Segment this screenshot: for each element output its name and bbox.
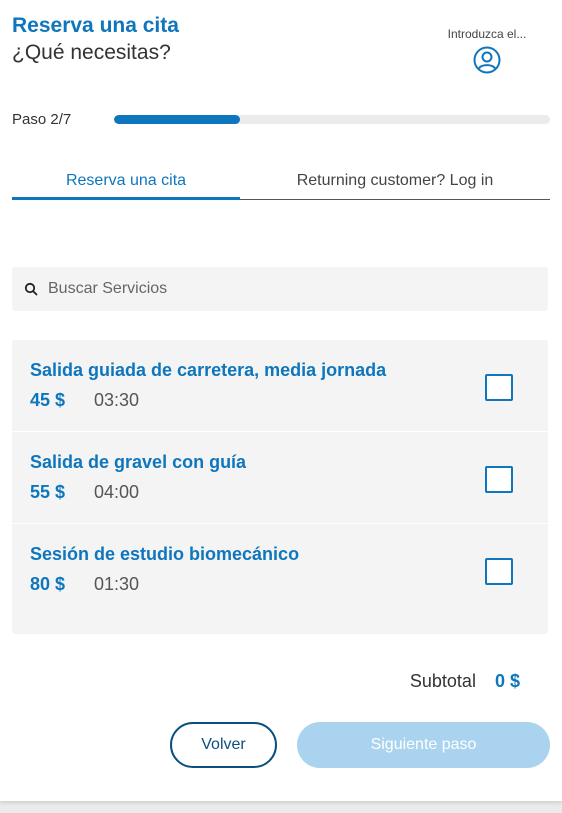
service-price: 55 $: [30, 482, 66, 502]
next-step-button[interactable]: Siguiente paso: [297, 722, 550, 768]
login-label[interactable]: Introduzca el...: [442, 26, 532, 42]
page-title: Reserva una cita: [12, 14, 179, 37]
service-item[interactable]: Salida guiada de carretera, media jornad…: [12, 340, 548, 432]
user-circle-icon[interactable]: [473, 46, 501, 74]
service-duration: 01:30: [94, 574, 140, 594]
login-area[interactable]: Introduzca el...: [442, 26, 532, 74]
service-list: Salida guiada de carretera, media jornad…: [12, 340, 548, 634]
service-checkbox[interactable]: [485, 374, 513, 401]
service-name: Salida guiada de carretera, media jornad…: [30, 360, 387, 380]
service-item[interactable]: Salida de gravel con guía 55 $ 04:00: [12, 432, 548, 524]
header: Reserva una cita ¿Qué necesitas?: [12, 13, 179, 67]
search-icon: [24, 282, 38, 296]
service-price: 80 $: [30, 574, 66, 594]
step-progress: Paso 2/7: [12, 109, 550, 131]
tab-returning-customer-login[interactable]: Returning customer? Log in: [240, 172, 550, 200]
progress-bar-fill: [114, 115, 241, 124]
service-name: Salida de gravel con guía: [30, 452, 247, 472]
service-duration: 03:30: [94, 390, 140, 410]
progress-bar: [114, 115, 550, 124]
service-name: Sesión de estudio biomecánico: [30, 544, 300, 564]
subtotal-label: Subtotal: [409, 671, 476, 691]
service-checkbox[interactable]: [485, 558, 513, 585]
tab-bar: Reserva una cita Returning customer? Log…: [12, 166, 550, 200]
subtotal-value: 0 $: [494, 671, 520, 691]
service-checkbox[interactable]: [485, 466, 513, 493]
search-input[interactable]: [48, 267, 538, 311]
booking-card: Reserva una cita ¿Qué necesitas? Introdu…: [0, 0, 562, 801]
step-label: Paso 2/7: [12, 111, 72, 128]
service-duration: 04:00: [94, 482, 140, 502]
subtotal: Subtotal 0 $: [410, 671, 520, 692]
back-button[interactable]: Volver: [170, 722, 277, 768]
service-item[interactable]: Sesión de estudio biomecánico 80 $ 01:30: [12, 524, 548, 616]
search-box: [12, 267, 548, 311]
service-price: 45 $: [30, 390, 66, 410]
page-subtitle: ¿Qué necesitas?: [12, 41, 171, 64]
tab-book-appointment[interactable]: Reserva una cita: [12, 172, 240, 200]
